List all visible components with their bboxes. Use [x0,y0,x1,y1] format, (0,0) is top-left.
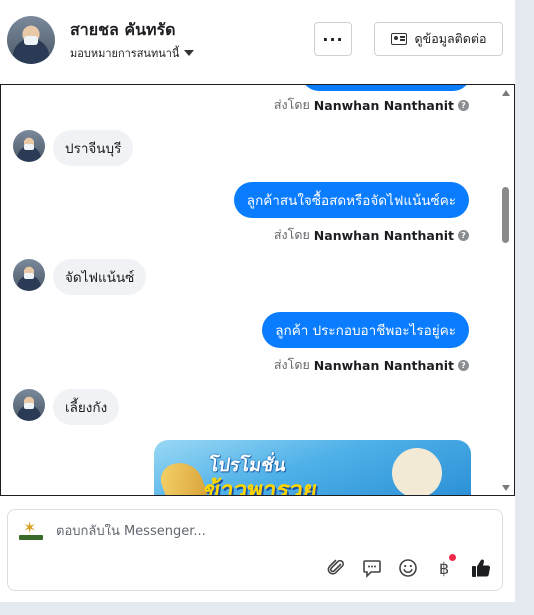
outgoing-message-bubble[interactable]: ลูกค้าสนใจซื้อสดหรือจัดไฟแน้นซ์คะ [233,182,469,218]
assign-conversation-label: มอบหมายการสนทนานี้ [70,47,180,60]
incoming-message-bubble[interactable]: ปราจีนบุรี [53,130,134,166]
contact-card-icon [390,33,407,45]
scroll-thumb[interactable] [502,187,509,243]
info-icon[interactable]: ? [458,359,469,371]
sent-by-label: ส่งโดย Nanwhan Nanthanit ? [274,225,469,245]
conversation-header: สายชล คันทรัด มอบหมายการสนทนานี้ ··· ดูข… [0,0,515,84]
contact-avatar-small[interactable] [13,259,45,291]
info-icon[interactable]: ? [458,229,469,241]
sent-by-prefix: ส่งโดย [273,227,310,242]
reply-input[interactable] [56,524,456,539]
outgoing-message-bubble[interactable] [301,85,471,91]
contact-name[interactable]: สายชล คันทรัด [70,18,176,43]
contact-avatar-small[interactable] [13,130,45,162]
contact-avatar-small[interactable] [13,389,45,421]
bottom-edge [0,602,534,615]
view-contact-label: ดูข้อมูลติดต่อ [414,31,487,46]
scroll-up-arrow-icon[interactable] [502,90,510,96]
message-thread[interactable]: ส่งโดย Nanwhan Nanthanit ? ปราจีนบุรี ลู… [0,84,515,496]
sent-by-prefix: ส่งโดย [273,97,310,112]
reply-composer: ✶ ฿ [7,509,503,591]
scroll-down-arrow-icon[interactable] [502,485,510,491]
incoming-message-bubble[interactable]: จัดไฟแน้นซ์ [53,259,147,295]
notification-dot [449,554,456,561]
assign-conversation-dropdown[interactable]: มอบหมายการสนทนานี้ [70,44,195,62]
info-icon[interactable]: ? [458,99,469,111]
thumbs-up-icon[interactable] [469,556,493,580]
view-contact-button[interactable]: ดูข้อมูลติดต่อ [374,22,503,56]
saved-reply-icon[interactable] [360,556,384,580]
promotion-image[interactable]: โปรโมชั่น ข้าวพารวย [154,440,471,496]
side-panel-edge [515,0,534,615]
paperclip-icon[interactable] [325,556,349,580]
outgoing-message-bubble[interactable]: ลูกค้า ประกอบอาชีพอะไรอยู่คะ [262,312,469,348]
svg-text:฿: ฿ [439,559,449,578]
more-options-button[interactable]: ··· [314,22,352,56]
page-logo: ✶ [19,520,43,542]
incoming-message-bubble[interactable]: เลี้ยงกัง [53,389,120,425]
promo-subtitle: ข้าวพารวย [201,476,319,496]
wheat-graphic [156,456,208,495]
star-logo-icon: ✶ [23,518,37,537]
thread-scrollbar[interactable] [500,87,512,493]
sent-by-prefix: ส่งโดย [273,357,310,372]
caret-down-icon [184,50,195,56]
ice-cream-graphic [392,448,442,495]
sender-name: Nanwhan Nanthanit [313,97,454,113]
sender-name: Nanwhan Nanthanit [313,357,454,373]
baht-payment-icon[interactable]: ฿ [432,554,456,580]
sent-by-label: ส่งโดย Nanwhan Nanthanit ? [274,355,469,375]
sent-by-label: ส่งโดย Nanwhan Nanthanit ? [274,95,469,115]
contact-avatar[interactable] [7,16,55,64]
sender-name: Nanwhan Nanthanit [313,227,454,243]
emoji-icon[interactable] [396,556,420,580]
